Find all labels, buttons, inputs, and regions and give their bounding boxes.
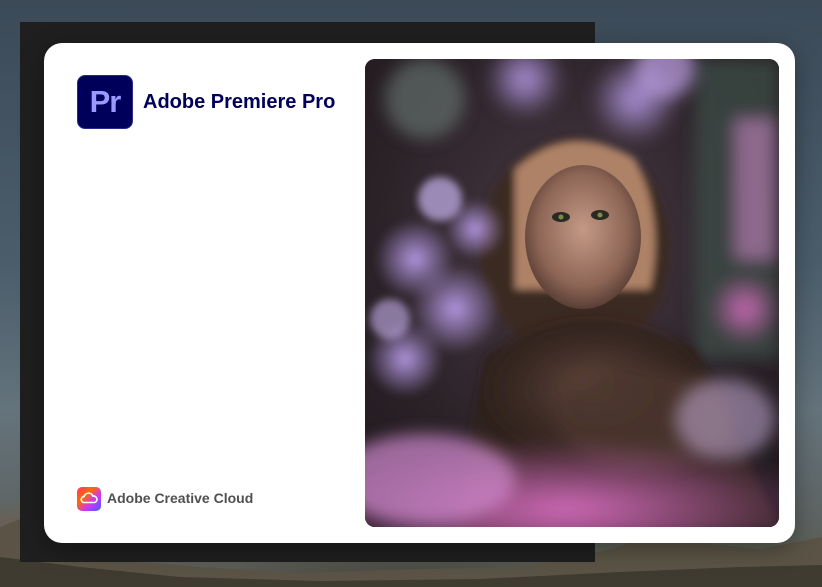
premiere-pro-icon: Pr: [77, 75, 133, 129]
app-title: Adobe Premiere Pro: [143, 91, 336, 113]
splash-screen: Pr Adobe Premiere Pro Adobe Creative Clo…: [44, 43, 795, 543]
splash-artwork: [365, 59, 779, 527]
creative-cloud-label: Adobe Creative Cloud: [107, 490, 254, 506]
app-icon-text: Pr: [89, 84, 122, 119]
creative-cloud-icon: [77, 487, 101, 511]
